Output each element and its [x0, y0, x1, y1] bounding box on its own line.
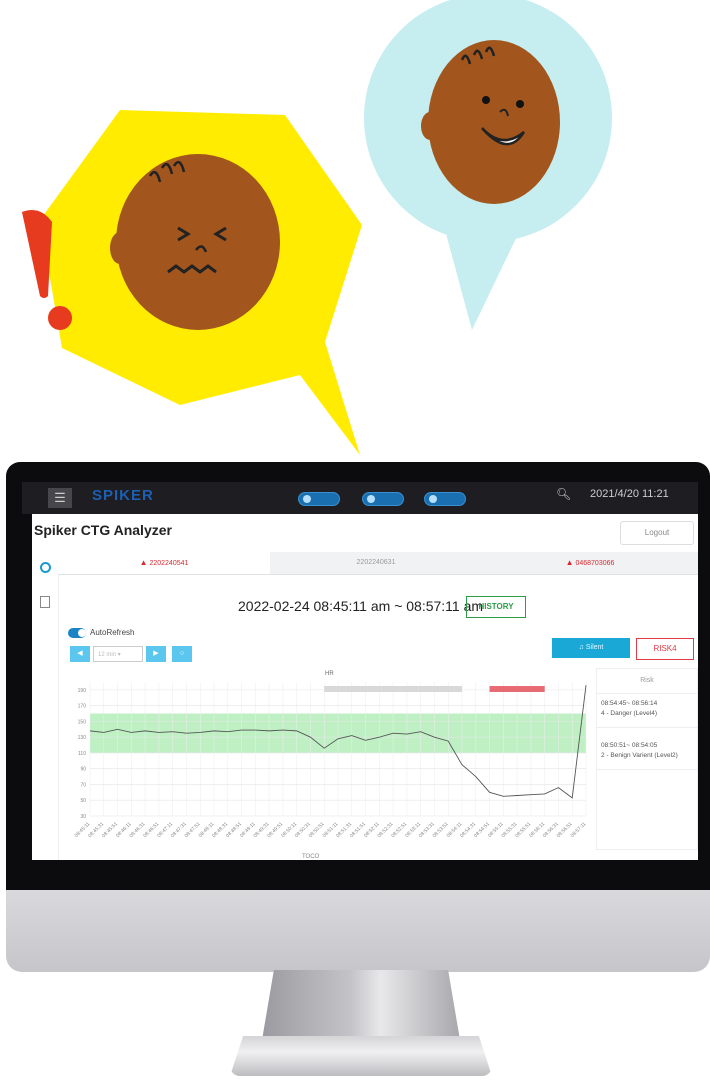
illustration: [22, 0, 612, 455]
status-pill-icon[interactable]: [362, 492, 404, 506]
dashboard-icon[interactable]: [40, 562, 51, 573]
autorefresh-toggle[interactable]: [68, 628, 86, 638]
prev-button[interactable]: ◀: [70, 646, 90, 662]
risk-panel: Risk 08:54:45~ 08:56:14 4 - Danger (Leve…: [596, 668, 698, 850]
y-tick-label: 110: [78, 751, 86, 757]
monitor-stand-base: [230, 1036, 492, 1076]
x-tick-label: 08:57:11: [570, 821, 588, 839]
tab-patient-3[interactable]: ▲ 0468703066: [482, 552, 698, 574]
tab-patient-2[interactable]: 2202240631: [270, 552, 482, 574]
search-icon[interactable]: 🔍︎: [556, 487, 571, 501]
monitor-chin: [6, 890, 710, 972]
risk-item-time: 08:54:45~ 08:56:14: [601, 700, 658, 707]
warning-icon: ▲: [565, 558, 574, 567]
y-tick-label: 190: [78, 688, 87, 694]
patient-tabs: ▲ 2202240541 2202240631 ▲ 0468703066: [58, 552, 698, 575]
hamburger-menu-button[interactable]: ☰: [48, 488, 72, 508]
tab-patient-1[interactable]: ▲ 2202240541: [58, 552, 270, 574]
y-tick-label: 150: [78, 719, 87, 725]
refresh-button[interactable]: ○: [172, 646, 192, 662]
system-logo: SPIKER: [92, 487, 154, 504]
history-button[interactable]: HISTORY: [466, 596, 526, 618]
risk-item-level: 4 - Danger (Level4): [601, 710, 657, 717]
risk-marker-level4: [489, 686, 545, 692]
document-icon[interactable]: [40, 596, 50, 608]
warning-icon: ▲: [139, 558, 148, 567]
y-tick-label: 50: [80, 798, 86, 804]
silent-button[interactable]: ♫ Silent: [552, 638, 630, 658]
y-tick-label: 170: [78, 704, 87, 710]
risk-marker-level2: [324, 686, 462, 692]
status-pill-icon[interactable]: [298, 492, 340, 506]
risk-panel-title: Risk: [640, 677, 654, 684]
exclamation-icon: [22, 209, 52, 298]
risk-badge[interactable]: RISK4: [636, 638, 694, 660]
bell-icon: ♫: [578, 644, 586, 651]
app-title: Spiker CTG Analyzer: [34, 522, 172, 538]
y-tick-label: 90: [80, 767, 86, 773]
tab-label: 2202240631: [356, 559, 396, 566]
risk-item[interactable]: 08:54:45~ 08:56:14 4 - Danger (Level4): [601, 699, 695, 719]
autorefresh-label: AutoRefresh: [90, 628, 135, 637]
hr-chart: 3050709011013015017019008:45:1108:45:310…: [74, 682, 588, 839]
next-button[interactable]: ▶: [146, 646, 166, 662]
y-tick-label: 70: [80, 782, 86, 788]
y-tick-label: 130: [78, 735, 87, 741]
tab-label: 0468703066: [575, 560, 615, 567]
risk-item-level: 2 - Benign Varient (Level2): [601, 752, 678, 759]
monitor-stand: [262, 970, 460, 1040]
status-pill-icon[interactable]: [424, 492, 466, 506]
y-tick-label: 30: [80, 814, 86, 820]
tab-label: 2202240541: [149, 560, 189, 567]
risk-item[interactable]: 08:50:51~ 08:54:05 2 - Benign Varient (L…: [601, 741, 695, 761]
toco-chart-title: TOCO: [302, 854, 320, 860]
logout-button[interactable]: Logout: [620, 521, 694, 545]
app-screen: Spiker CTG Analyzer Logout ▲ 2202240541 …: [32, 514, 698, 860]
interval-select[interactable]: 12 min ▾: [93, 646, 143, 662]
time-range: 2022-02-24 08:45:11 am ~ 08:57:11 am: [238, 598, 484, 614]
risk-item-time: 08:50:51~ 08:54:05: [601, 742, 658, 749]
system-datetime: 2021/4/20 11:21: [590, 488, 669, 500]
